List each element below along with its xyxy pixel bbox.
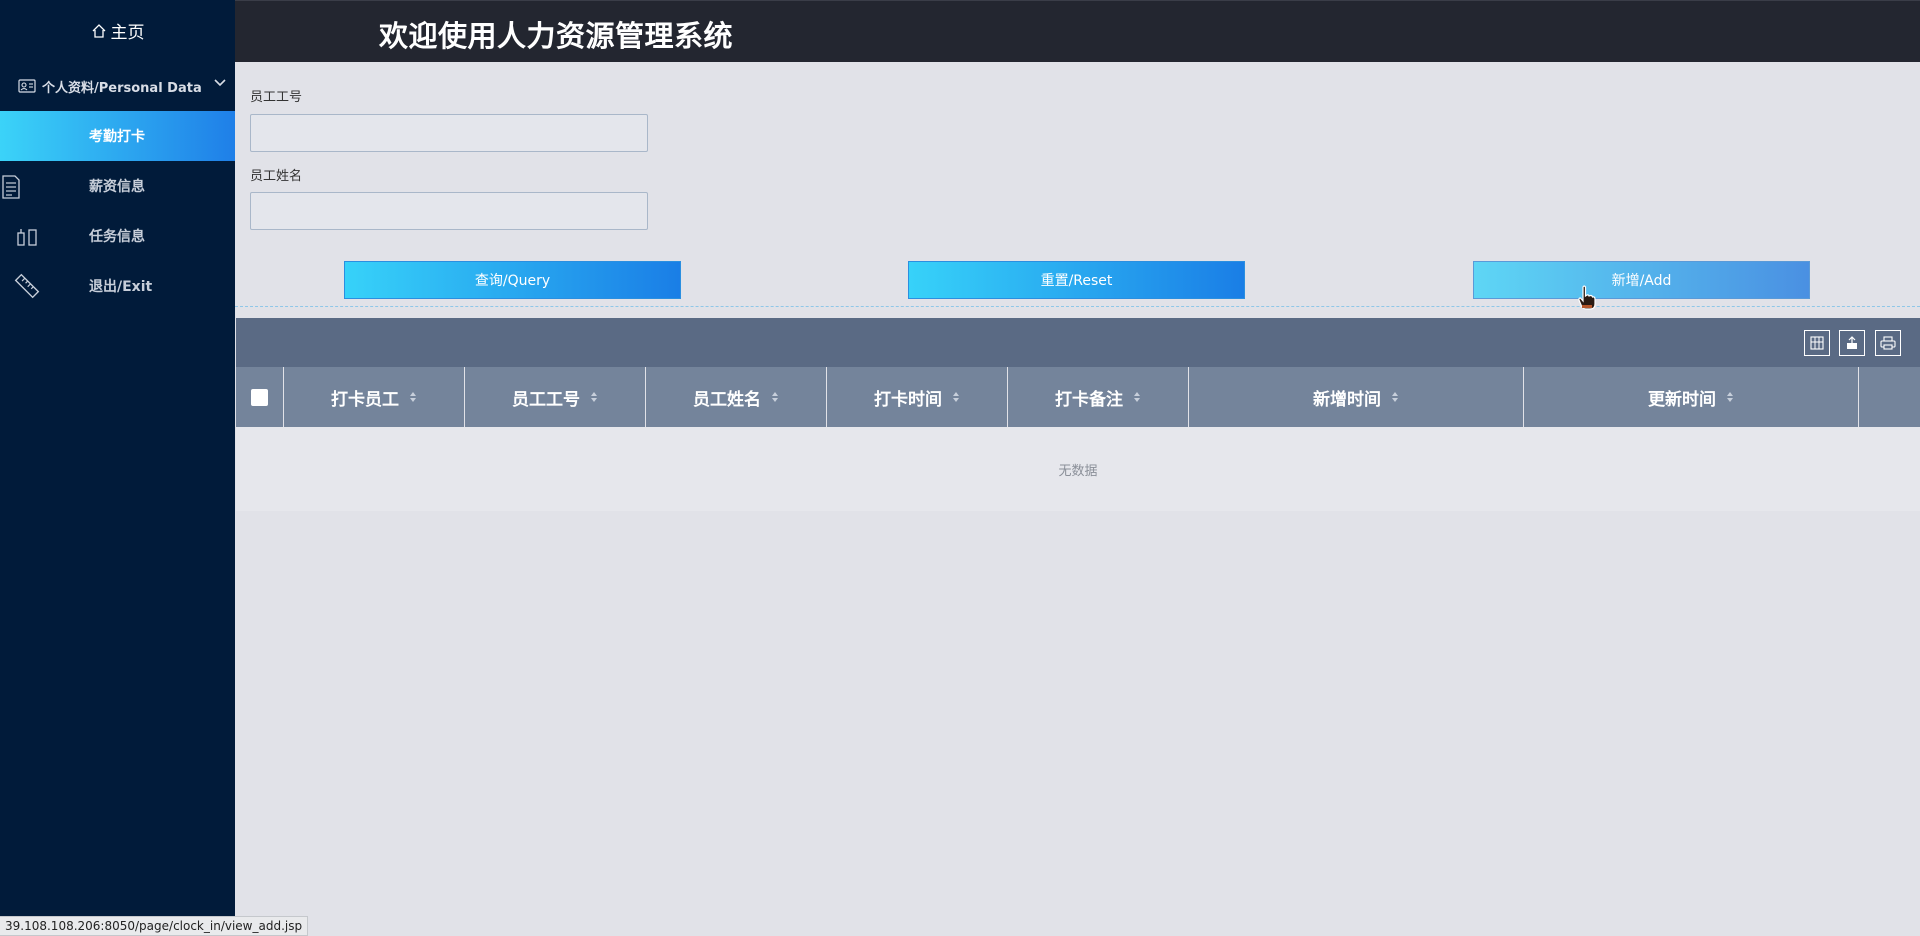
sidebar-item-tasks[interactable]: 任务信息 bbox=[0, 211, 235, 261]
print-button[interactable] bbox=[1875, 330, 1901, 356]
tasks-icon bbox=[16, 227, 38, 247]
column-header-label: 新增时间 bbox=[1313, 389, 1381, 410]
column-header[interactable]: 打卡备注 bbox=[1008, 367, 1189, 427]
column-header-label: 员工工号 bbox=[512, 389, 580, 410]
top-header: 欢迎使用人力资源管理系统 bbox=[235, 0, 1920, 62]
sidebar-item-attendance[interactable]: 考勤打卡 bbox=[0, 111, 235, 161]
print-icon bbox=[1880, 336, 1896, 350]
sort-icon bbox=[590, 391, 598, 403]
table-toolbar bbox=[236, 318, 1920, 367]
columns-toggle-button[interactable] bbox=[1804, 330, 1830, 356]
chevron-down-icon bbox=[213, 78, 227, 88]
document-icon bbox=[0, 174, 22, 200]
sidebar-home-label: 主页 bbox=[110, 23, 145, 43]
column-header[interactable]: 打卡员工 bbox=[284, 367, 465, 427]
sort-icon bbox=[1391, 391, 1399, 403]
column-header-label: 更新时间 bbox=[1648, 389, 1716, 410]
sort-icon bbox=[409, 391, 417, 403]
sidebar-item-salary[interactable]: 薪资信息 bbox=[0, 161, 235, 211]
column-header-label: 打卡时间 bbox=[874, 389, 942, 410]
sidebar-home[interactable]: 主页 bbox=[0, 0, 235, 61]
column-header-label: 打卡员工 bbox=[331, 389, 399, 410]
ruler-icon bbox=[14, 273, 40, 299]
status-bar-url: 39.108.108.206:8050/page/clock_in/view_a… bbox=[0, 916, 309, 936]
export-icon bbox=[1845, 336, 1859, 350]
sidebar-group-personal-data[interactable]: 个人资料/Personal Data bbox=[0, 61, 235, 111]
sort-icon bbox=[771, 391, 779, 403]
data-table: 打卡员工 员工工号 员工姓名 打卡时间 打卡备注 新增时间 更新时间 无数据 bbox=[236, 318, 1920, 511]
sidebar-item-label: 薪资信息 bbox=[89, 179, 145, 195]
id-card-icon bbox=[18, 79, 36, 93]
add-button[interactable]: 新增/Add bbox=[1473, 261, 1810, 299]
employee-name-label: 员工姓名 bbox=[250, 169, 303, 184]
column-header[interactable]: 员工姓名 bbox=[646, 367, 827, 427]
sidebar-item-exit[interactable]: 退出/Exit bbox=[0, 261, 235, 311]
page-title: 欢迎使用人力资源管理系统 bbox=[379, 19, 734, 53]
sidebar-item-label: 任务信息 bbox=[89, 229, 145, 245]
sort-icon bbox=[1726, 391, 1734, 403]
reset-button[interactable]: 重置/Reset bbox=[908, 261, 1245, 299]
select-all-checkbox[interactable] bbox=[251, 388, 268, 406]
sidebar-group-label: 个人资料/Personal Data bbox=[42, 80, 202, 96]
table-header: 打卡员工 员工工号 员工姓名 打卡时间 打卡备注 新增时间 更新时间 bbox=[236, 367, 1920, 427]
employee-id-label: 员工工号 bbox=[250, 90, 303, 105]
column-header[interactable]: 员工工号 bbox=[465, 367, 646, 427]
column-header[interactable]: 新增时间 bbox=[1189, 367, 1524, 427]
sort-icon bbox=[1133, 391, 1141, 403]
employee-id-input[interactable] bbox=[250, 114, 648, 152]
column-header[interactable]: 打卡时间 bbox=[827, 367, 1008, 427]
employee-name-input[interactable] bbox=[250, 192, 648, 230]
hand-cursor-icon bbox=[1578, 285, 1596, 315]
sort-icon bbox=[952, 391, 960, 403]
column-header-label: 员工姓名 bbox=[693, 389, 761, 410]
column-header[interactable]: 更新时间 bbox=[1524, 367, 1859, 427]
columns-icon bbox=[1810, 336, 1824, 350]
query-button[interactable]: 查询/Query bbox=[344, 261, 681, 299]
export-button[interactable] bbox=[1839, 330, 1865, 356]
sidebar-item-label: 退出/Exit bbox=[89, 279, 153, 295]
divider bbox=[235, 306, 1920, 307]
sidebar: 主页 个人资料/Personal Data 考勤打卡 薪资信息 任务信息 退出/… bbox=[0, 0, 235, 936]
column-header-actions bbox=[1859, 367, 1920, 427]
column-header-label: 打卡备注 bbox=[1055, 389, 1123, 410]
sidebar-item-label: 考勤打卡 bbox=[89, 129, 145, 145]
empty-state: 无数据 bbox=[1058, 463, 1098, 479]
select-all-cell bbox=[236, 367, 284, 427]
home-icon bbox=[91, 23, 107, 39]
